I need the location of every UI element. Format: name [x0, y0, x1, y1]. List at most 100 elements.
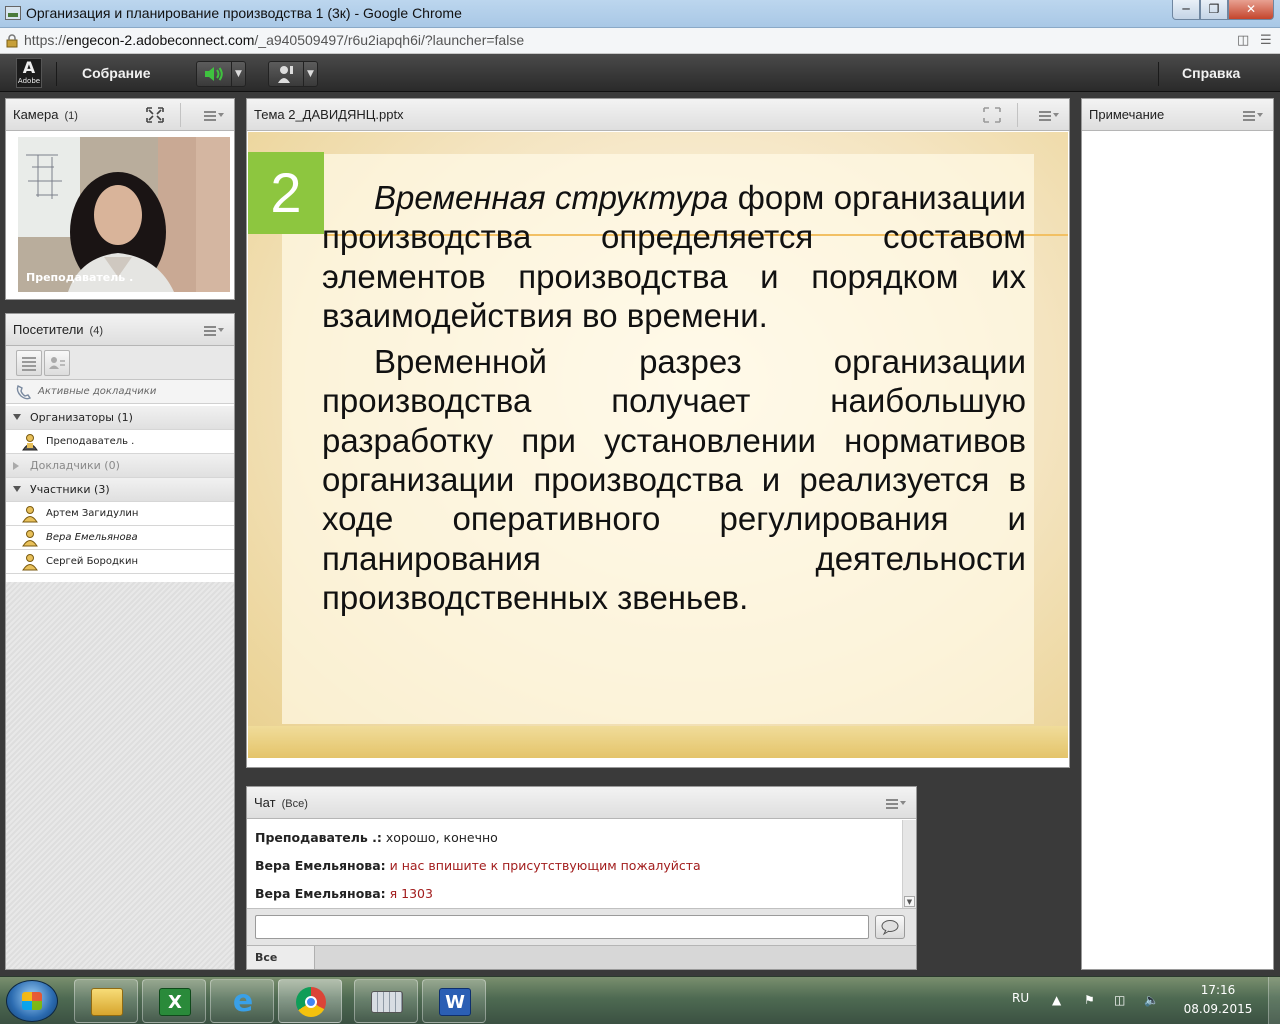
list-view-button[interactable]: [16, 350, 42, 376]
input-language[interactable]: RU: [1012, 991, 1029, 1005]
chat-author: Вера Емельянова:: [255, 886, 386, 901]
send-message-button[interactable]: [875, 915, 905, 939]
status-dropdown-icon[interactable]: ▼: [303, 62, 317, 86]
group-label: Участники (3): [30, 483, 110, 496]
maximize-button[interactable]: ❐: [1200, 0, 1228, 20]
attendees-pod-title: Посетители (4): [13, 322, 103, 337]
lock-icon: [6, 34, 18, 48]
url-host: engecon-2.adobeconnect.com: [66, 32, 255, 48]
camera-pod-title: Камера (1): [13, 107, 78, 122]
slide-body-text: Временная структура форм организации про…: [322, 178, 1026, 617]
pod-menu-icon[interactable]: [886, 799, 906, 809]
camera-video-feed: [18, 137, 230, 292]
attendee-row[interactable]: Преподаватель .: [6, 430, 234, 454]
attendee-view-button[interactable]: [44, 350, 70, 376]
network-icon[interactable]: ◫: [1114, 993, 1128, 1007]
minimize-button[interactable]: ─: [1172, 0, 1200, 20]
chat-tab-all[interactable]: Все: [247, 946, 315, 969]
close-window-button[interactable]: ✕: [1228, 0, 1274, 20]
group-participants[interactable]: Участники (3): [6, 478, 234, 502]
meeting-menu[interactable]: Собрание: [82, 65, 151, 81]
show-hidden-icons-icon[interactable]: ▲: [1052, 993, 1066, 1007]
group-hosts[interactable]: Организаторы (1): [6, 406, 234, 430]
excel-icon: X: [159, 988, 191, 1016]
speaker-dropdown-icon[interactable]: ▼: [231, 62, 245, 86]
keyboard-icon: [371, 991, 403, 1013]
slide-paragraph-1: Временная структура форм организации про…: [322, 178, 1026, 335]
slide-bottom-band: [248, 726, 1068, 758]
taskbar-excel[interactable]: X: [142, 979, 206, 1023]
chat-message-input[interactable]: [255, 915, 869, 939]
menu-divider: [56, 62, 57, 86]
url-text[interactable]: https://engecon-2.adobeconnect.com/_a940…: [24, 32, 524, 48]
attendee-row[interactable]: Артем Загидулин: [6, 502, 234, 526]
chrome-menu-icon[interactable]: ☰: [1260, 33, 1278, 48]
chrome-icon-center: [305, 996, 317, 1008]
expand-triangle-icon: [13, 414, 21, 420]
active-speakers-label: Активные докладчики: [38, 386, 157, 397]
share-pod: Тема 2_ДАВИДЯНЦ.pptx 2 Временная структу…: [246, 98, 1070, 768]
expand-triangle-icon: [13, 486, 21, 492]
taskbar-file-explorer[interactable]: [74, 979, 138, 1023]
attendee-row[interactable]: Вера Емельянова: [6, 526, 234, 550]
chat-tabs: Все: [247, 945, 916, 969]
camera-count: (1): [64, 110, 78, 122]
share-header-divider: [1017, 103, 1018, 127]
url-path: /_a940509497/r6u2iapqh6i/?launcher=false: [254, 32, 525, 48]
chat-text: и нас впишите к присутствующим пожалуйст…: [389, 858, 701, 873]
show-desktop-button[interactable]: [1268, 977, 1280, 1024]
attendees-pod-header: Посетители (4): [6, 314, 234, 346]
host-icon: [22, 434, 38, 451]
pod-menu-icon[interactable]: [204, 111, 224, 121]
chat-message-list: Преподаватель .: хорошо, конечно Вера Ем…: [247, 820, 901, 908]
cast-icon[interactable]: ◫: [1237, 33, 1255, 48]
taskbar-on-screen-keyboard[interactable]: [354, 979, 418, 1023]
pod-menu-icon[interactable]: [204, 326, 224, 336]
pod-menu-icon[interactable]: [1243, 111, 1263, 121]
chat-pod: Чат (Все) Преподаватель .: хорошо, конечн…: [246, 786, 917, 970]
camera-pod: Камера (1) Преподаватель .: [5, 98, 235, 300]
notes-pod-header: Примечание: [1082, 99, 1273, 131]
group-presenters[interactable]: Докладчики (0): [6, 454, 234, 478]
speaker-button[interactable]: ▼: [196, 61, 246, 87]
share-pod-title: Тема 2_ДАВИДЯНЦ.pptx: [254, 107, 404, 122]
status-button[interactable]: ▼: [268, 61, 318, 87]
url-scheme: https://: [24, 32, 67, 48]
attendee-name: Артем Загидулин: [46, 508, 139, 519]
chat-author: Вера Емельянова:: [255, 858, 386, 873]
adobe-logo-mark: A: [22, 58, 36, 77]
taskbar-internet-explorer[interactable]: e: [210, 979, 274, 1023]
chrome-icon: [296, 987, 326, 1017]
notes-pod: Примечание: [1081, 98, 1274, 970]
chat-message: Преподаватель .: хорошо, конечно: [255, 830, 498, 845]
chat-scrollbar[interactable]: ▼: [902, 820, 916, 908]
action-center-flag-icon[interactable]: ⚑: [1084, 993, 1098, 1007]
taskbar-word[interactable]: W: [422, 979, 486, 1023]
clock-time: 17:16: [1200, 983, 1236, 997]
adobe-logo: A Adobe: [16, 58, 42, 88]
attendees-pod: Посетители (4) Активные докладчики Органи…: [5, 313, 235, 970]
volume-icon[interactable]: 🔈: [1144, 993, 1159, 1007]
menu-divider-right: [1158, 62, 1159, 86]
folder-icon: [91, 988, 123, 1016]
participant-icon: [22, 506, 38, 523]
attendees-count: (4): [89, 325, 103, 337]
fullscreen-icon[interactable]: [146, 107, 164, 123]
system-clock[interactable]: 17:16 08.09.2015: [1180, 983, 1256, 1016]
active-speakers-row: Активные докладчики: [6, 380, 234, 404]
attendee-row[interactable]: Сергей Бородкин: [6, 550, 234, 574]
start-button[interactable]: [6, 980, 58, 1022]
connect-menu-bar: A Adobe Собрание ▼ ▼ Справка: [0, 54, 1280, 92]
slide-paragraph-2: Временной разрез организации производств…: [322, 343, 1026, 616]
attendee-name: Преподаватель .: [46, 436, 135, 447]
slide-italic-phrase: Временная структура: [374, 179, 729, 216]
taskbar-chrome[interactable]: [278, 979, 342, 1023]
scroll-down-arrow-icon[interactable]: ▼: [904, 896, 915, 907]
attendee-card-icon: [49, 357, 65, 369]
attendee-name: Сергей Бородкин: [46, 556, 139, 567]
pod-menu-icon[interactable]: [1039, 111, 1059, 121]
speaker-icon: [205, 67, 223, 81]
address-bar[interactable]: https://engecon-2.adobeconnect.com/_a940…: [0, 28, 1280, 54]
fullscreen-icon[interactable]: [983, 107, 1001, 123]
help-menu[interactable]: Справка: [1182, 65, 1240, 81]
